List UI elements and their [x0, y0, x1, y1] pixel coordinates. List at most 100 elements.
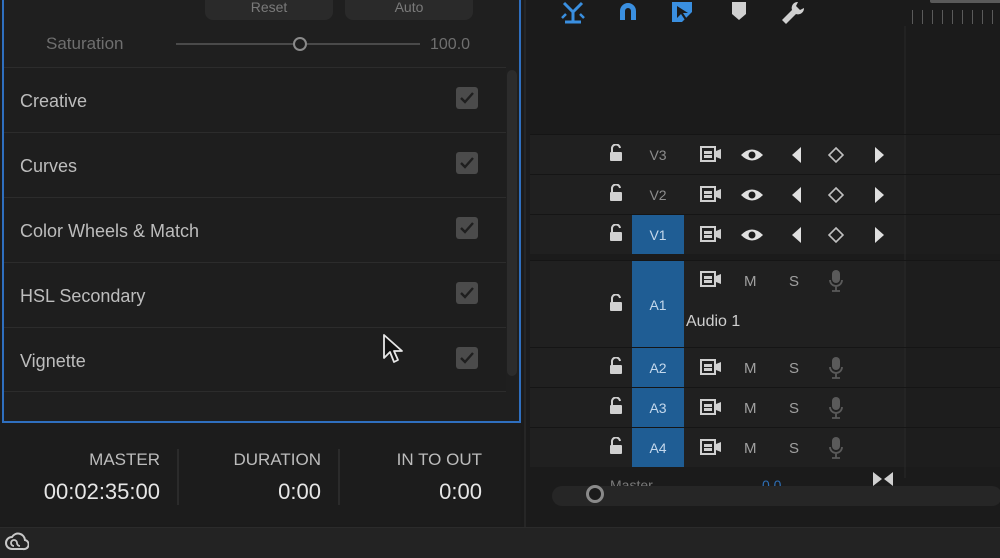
eye-icon[interactable] — [740, 147, 764, 163]
next-keyframe-icon[interactable] — [874, 226, 886, 244]
solo-button[interactable]: S — [789, 440, 799, 457]
timeline-zoom-handle[interactable] — [586, 485, 604, 503]
saturation-value[interactable]: 100.0 — [430, 36, 470, 54]
track-target-v3[interactable]: V3 — [632, 135, 684, 174]
track-clip-area[interactable] — [904, 348, 1000, 387]
track-clip-area[interactable] — [904, 175, 1000, 214]
reset-button[interactable]: Reset — [205, 0, 333, 20]
track-clip-area[interactable] — [904, 261, 1000, 347]
add-keyframe-icon[interactable] — [828, 187, 844, 203]
playhead-area — [930, 0, 1000, 3]
eye-icon[interactable] — [740, 227, 764, 243]
track-target-a1[interactable]: A1 — [632, 261, 684, 347]
track-target-a2[interactable]: A2 — [632, 348, 684, 387]
lock-icon[interactable] — [608, 294, 624, 312]
solo-button[interactable]: S — [789, 273, 799, 290]
ripple-snap-icon[interactable] — [560, 0, 586, 26]
panel-scrollbar[interactable] — [507, 70, 517, 376]
track-clip-area[interactable] — [904, 135, 1000, 174]
lock-icon[interactable] — [608, 437, 624, 455]
track-label: A1 — [649, 297, 667, 313]
section-curves[interactable]: Curves — [4, 132, 506, 197]
sync-lock-icon[interactable] — [700, 226, 722, 244]
mute-button[interactable]: M — [744, 360, 757, 377]
sync-lock-icon[interactable] — [700, 359, 722, 377]
linked-selection-icon[interactable] — [670, 0, 696, 26]
lock-icon[interactable] — [608, 144, 624, 162]
section-vignette[interactable]: Vignette — [4, 327, 506, 392]
time-ruler[interactable] — [912, 10, 1000, 24]
saturation-slider-thumb[interactable] — [293, 37, 307, 51]
microphone-icon[interactable] — [828, 396, 844, 420]
solo-button[interactable]: S — [789, 360, 799, 377]
track-v3[interactable]: V3 — [530, 134, 1000, 174]
section-enable-checkbox[interactable] — [456, 152, 478, 174]
track-clip-area[interactable] — [904, 388, 1000, 427]
next-keyframe-icon[interactable] — [874, 186, 886, 204]
track-a1[interactable]: A1 M S Audio 1 — [530, 260, 1000, 347]
microphone-icon[interactable] — [828, 356, 844, 380]
track-target-a4[interactable]: A4 — [632, 428, 684, 467]
divider — [338, 449, 340, 505]
track-name[interactable]: Audio 1 — [686, 313, 740, 331]
marker-icon[interactable] — [730, 0, 748, 22]
next-keyframe-icon[interactable] — [874, 146, 886, 164]
section-enable-checkbox[interactable] — [456, 217, 478, 239]
track-a3[interactable]: A3 M S — [530, 387, 1000, 427]
microphone-icon[interactable] — [828, 436, 844, 460]
magnet-icon[interactable] — [616, 0, 640, 24]
mute-button[interactable]: M — [744, 273, 757, 290]
mouse-cursor-icon — [383, 334, 403, 363]
wrench-icon[interactable] — [780, 0, 806, 26]
track-target-a3[interactable]: A3 — [632, 388, 684, 427]
in-out-label: IN TO OUT — [396, 450, 482, 469]
track-clip-area[interactable] — [904, 215, 1000, 254]
section-enable-checkbox[interactable] — [456, 282, 478, 304]
mute-button[interactable]: M — [744, 440, 757, 457]
timeline-zoom-scrollbar[interactable] — [552, 486, 1000, 506]
track-target-v1[interactable]: V1 — [632, 215, 684, 254]
creative-cloud-icon[interactable] — [3, 531, 29, 555]
master-timecode: MASTER 00:02:35:00 — [44, 450, 160, 505]
master-value: 00:02:35:00 — [43, 479, 160, 504]
track-v1[interactable]: V1 — [530, 214, 1000, 254]
prev-keyframe-icon[interactable] — [790, 226, 802, 244]
duration-timecode: DURATION 0:00 — [233, 450, 321, 505]
track-a2[interactable]: A2 M S — [530, 347, 1000, 387]
section-enable-checkbox[interactable] — [456, 87, 478, 109]
section-color-wheels[interactable]: Color Wheels & Match — [4, 197, 506, 262]
lock-icon[interactable] — [608, 184, 624, 202]
sync-lock-icon[interactable] — [700, 186, 722, 204]
lock-icon[interactable] — [608, 357, 624, 375]
section-label: HSL Secondary — [20, 286, 146, 306]
sync-lock-icon[interactable] — [700, 439, 722, 457]
track-clip-area[interactable] — [904, 428, 1000, 467]
prev-keyframe-icon[interactable] — [790, 146, 802, 164]
add-keyframe-icon[interactable] — [828, 227, 844, 243]
section-enable-checkbox[interactable] — [456, 347, 478, 369]
section-hsl-secondary[interactable]: HSL Secondary — [4, 262, 506, 327]
track-a4[interactable]: A4 M S — [530, 427, 1000, 467]
go-to-end-icon[interactable] — [872, 471, 894, 487]
microphone-icon[interactable] — [828, 269, 844, 293]
checkmark-icon — [460, 92, 474, 104]
track-label: V3 — [649, 147, 667, 163]
checkmark-icon — [460, 222, 474, 234]
prev-keyframe-icon[interactable] — [790, 186, 802, 204]
master-label: MASTER — [89, 450, 160, 469]
lock-icon[interactable] — [608, 224, 624, 242]
section-creative[interactable]: Creative — [4, 67, 506, 132]
sync-lock-icon[interactable] — [700, 146, 722, 164]
eye-icon[interactable] — [740, 187, 764, 203]
track-v2[interactable]: V2 — [530, 174, 1000, 214]
sync-lock-icon[interactable] — [700, 399, 722, 417]
in-out-timecode: IN TO OUT 0:00 — [397, 450, 482, 505]
sync-lock-icon[interactable] — [700, 271, 722, 289]
mute-button[interactable]: M — [744, 400, 757, 417]
track-target-v2[interactable]: V2 — [632, 175, 684, 214]
solo-button[interactable]: S — [789, 400, 799, 417]
add-keyframe-icon[interactable] — [828, 147, 844, 163]
checkmark-icon — [460, 287, 474, 299]
auto-button[interactable]: Auto — [345, 0, 473, 20]
lock-icon[interactable] — [608, 397, 624, 415]
